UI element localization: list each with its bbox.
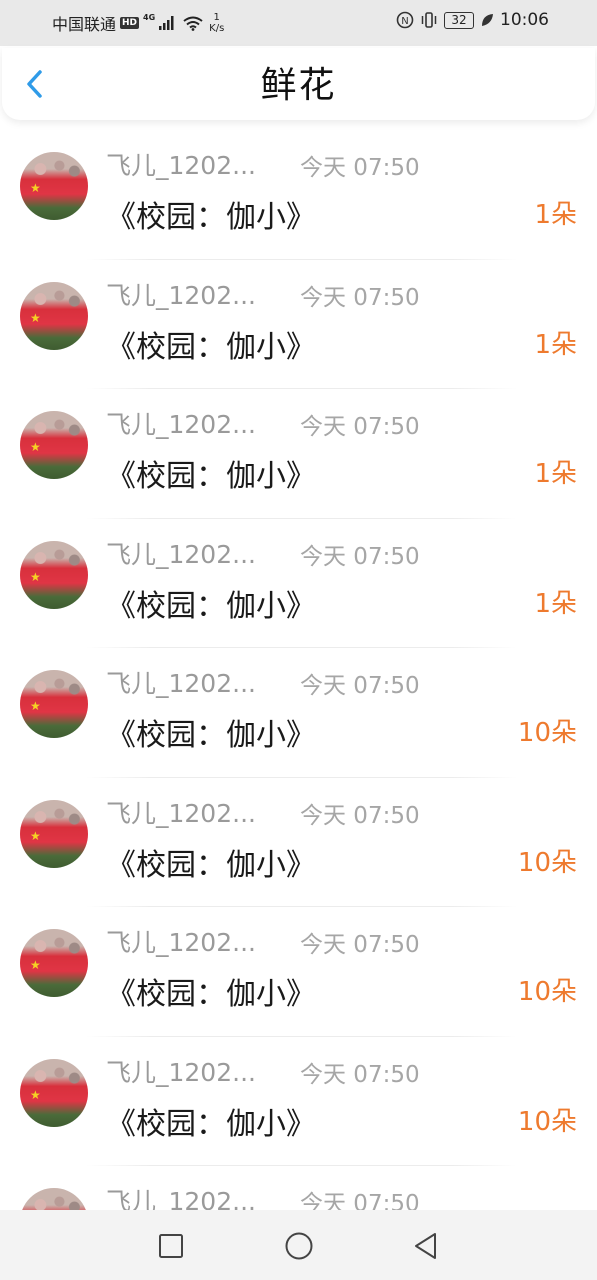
- hd-badge: HD: [120, 17, 140, 29]
- flag-star-icon: ★: [30, 569, 41, 584]
- avatar[interactable]: ★: [20, 540, 88, 609]
- work-title: 《校园：伽小》: [106, 718, 316, 753]
- status-left: 中国联通 HD 4G 1 K/s: [52, 11, 224, 35]
- speed-value: 1: [213, 12, 220, 23]
- avatar[interactable]: ★: [20, 1188, 88, 1210]
- sent-time: 今天 07:50: [300, 284, 420, 311]
- avatar[interactable]: ★: [20, 411, 88, 479]
- flower-count: 10朵: [517, 1106, 577, 1137]
- sender-name: 飞儿_1202...: [106, 280, 256, 310]
- triangle-back-icon: [415, 1233, 436, 1259]
- screen: 中国联通 HD 4G 1 K/s N 32 10:06 鲜花 ★ 飞儿_1202…: [0, 0, 597, 1280]
- sent-time: 今天 07:50: [300, 1061, 420, 1088]
- home-button[interactable]: [283, 1230, 315, 1262]
- app-header: 鲜花: [2, 48, 595, 120]
- flag-star-icon: ★: [30, 699, 41, 713]
- square-recents-icon: [159, 1234, 183, 1258]
- avatar[interactable]: ★: [20, 1058, 88, 1127]
- flag-star-icon: ★: [30, 440, 41, 454]
- speed-unit: K/s: [209, 23, 225, 34]
- status-bar: 中国联通 HD 4G 1 K/s N 32 10:06: [0, 0, 597, 46]
- nav-back-button[interactable]: [410, 1230, 442, 1262]
- sent-time: 今天 07:50: [300, 673, 420, 699]
- list-item[interactable]: ★ 飞儿_1202... 今天 07:50 《校园：伽小》 10朵: [0, 648, 597, 778]
- sent-time: 今天 07:50: [300, 1191, 420, 1210]
- wifi-icon: [183, 16, 203, 31]
- flower-count: 1朵: [534, 588, 577, 619]
- battery-indicator: 32: [444, 11, 474, 29]
- sent-time: 今天 07:50: [300, 932, 420, 958]
- list-item[interactable]: ★ 飞儿_1202... 今天 07:50 《校园：伽小》 1朵: [0, 260, 597, 389]
- work-title: 《校园：伽小》: [106, 977, 316, 1012]
- sender-name: 飞儿_1202...: [106, 151, 256, 180]
- flower-count: 1朵: [534, 459, 577, 489]
- circle-home-icon: [285, 1232, 313, 1260]
- flower-count: 10朵: [517, 847, 577, 878]
- sender-name: 飞儿_1202...: [106, 669, 256, 698]
- leaf-icon: [482, 14, 493, 26]
- flower-count: 10朵: [517, 977, 577, 1007]
- flag-star-icon: ★: [30, 1087, 41, 1102]
- list-item[interactable]: ★ 飞儿_1202... 今天 07:50: [0, 1166, 597, 1210]
- work-title: 《校园：伽小》: [106, 329, 316, 365]
- list-item[interactable]: ★ 飞儿_1202... 今天 07:50 《校园：伽小》 1朵: [0, 389, 597, 519]
- avatar[interactable]: ★: [20, 281, 88, 350]
- avatar[interactable]: ★: [20, 152, 88, 220]
- network-type: 4G: [143, 12, 156, 22]
- network-speed: 1 K/s: [209, 12, 224, 34]
- flower-count: 1朵: [534, 200, 577, 230]
- carrier-label: 中国联通: [52, 15, 117, 34]
- avatar[interactable]: ★: [20, 670, 88, 738]
- list-item[interactable]: ★ 飞儿_1202... 今天 07:50 《校园：伽小》 1朵: [0, 130, 597, 260]
- avatar[interactable]: ★: [20, 799, 88, 868]
- list-item[interactable]: ★ 飞儿_1202... 今天 07:50 《校园：伽小》 1朵: [0, 519, 597, 648]
- flag-star-icon: ★: [30, 828, 41, 843]
- sender-name: 飞儿_1202...: [106, 928, 256, 957]
- list-item[interactable]: ★ 飞儿_1202... 今天 07:50 《校园：伽小》 10朵: [0, 1037, 597, 1166]
- sent-time: 今天 07:50: [300, 543, 420, 570]
- page-title: 鲜花: [260, 65, 337, 106]
- sender-name: 飞儿_1202...: [106, 410, 256, 439]
- flower-count: 1朵: [534, 329, 577, 360]
- clock: 10:06: [500, 10, 549, 30]
- work-title: 《校园：伽小》: [106, 1106, 316, 1142]
- sender-name: 飞儿_1202...: [106, 798, 256, 828]
- flag-star-icon: ★: [30, 310, 41, 325]
- list-item[interactable]: ★ 飞儿_1202... 今天 07:50 《校园：伽小》 10朵: [0, 778, 597, 907]
- flag-star-icon: ★: [30, 181, 41, 195]
- work-title: 《校园：伽小》: [106, 588, 316, 624]
- avatar[interactable]: ★: [20, 929, 88, 997]
- sender-name: 飞儿_1202...: [106, 539, 256, 569]
- sender-name: 飞儿_1202...: [106, 1057, 256, 1087]
- list-item[interactable]: ★ 飞儿_1202... 今天 07:50 《校园：伽小》 10朵: [0, 907, 597, 1037]
- recents-button[interactable]: [155, 1230, 187, 1262]
- sender-name: 飞儿_1202...: [106, 1187, 256, 1210]
- work-title: 《校园：伽小》: [106, 200, 316, 235]
- sent-time: 今天 07:50: [300, 155, 420, 181]
- sent-time: 今天 07:50: [300, 802, 420, 829]
- sent-time: 今天 07:50: [300, 414, 420, 440]
- status-right: N 32 10:06: [396, 10, 549, 30]
- signal-icon: [159, 16, 174, 30]
- vibrate-icon: [421, 12, 437, 28]
- flower-count: 10朵: [517, 718, 577, 748]
- flag-star-icon: ★: [30, 958, 41, 972]
- system-nav-bar: [0, 1210, 597, 1280]
- work-title: 《校园：伽小》: [106, 459, 316, 494]
- nfc-letter: N: [401, 16, 408, 27]
- flower-record-list: ★ 飞儿_1202... 今天 07:50 《校园：伽小》 1朵 ★ 飞儿_12…: [0, 130, 597, 1210]
- nfc-icon: N: [396, 11, 414, 29]
- work-title: 《校园：伽小》: [106, 847, 316, 883]
